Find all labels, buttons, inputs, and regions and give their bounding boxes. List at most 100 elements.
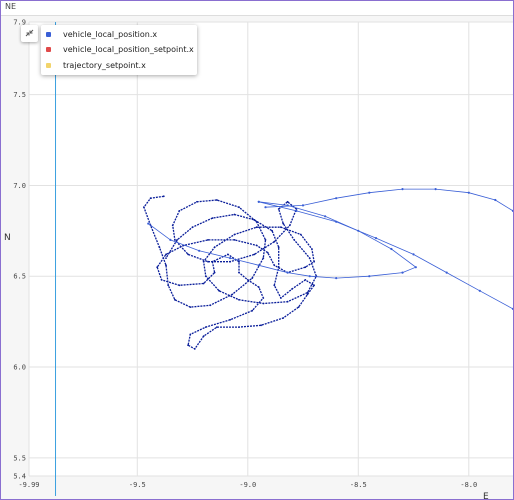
data-point <box>231 293 234 296</box>
data-point <box>401 188 404 191</box>
data-point <box>288 224 291 227</box>
data-point <box>291 288 293 290</box>
data-point <box>233 213 236 216</box>
data-point <box>311 248 313 250</box>
data-point <box>255 244 258 247</box>
data-point <box>160 279 163 281</box>
x-tick-label: -9.99 <box>18 481 39 489</box>
data-point <box>149 197 152 200</box>
data-point <box>282 317 285 319</box>
data-point <box>313 284 315 287</box>
data-point <box>189 333 192 336</box>
data-point <box>255 220 258 223</box>
data-point <box>253 219 256 221</box>
plot-window: NE -9.99 -9.5 -9.0 -8.5 -8.0 7.9 7.5 7.0 6.5 6.0… <box>0 0 514 500</box>
data-point <box>211 217 214 220</box>
data-point <box>257 264 260 267</box>
data-point <box>253 253 256 256</box>
data-point <box>204 326 207 328</box>
data-point <box>390 247 393 251</box>
data-point <box>368 191 371 194</box>
data-point <box>165 253 167 256</box>
data-point <box>238 206 240 209</box>
data-point <box>297 306 300 308</box>
data-point <box>262 297 265 299</box>
y-axis: 7.97.57.06.56.05.55.4 <box>13 19 26 481</box>
data-point <box>229 318 232 321</box>
data-point <box>204 275 207 278</box>
data-point <box>286 300 289 303</box>
data-point <box>277 208 280 210</box>
data-point <box>299 233 302 236</box>
data-point <box>301 204 305 207</box>
data-point <box>286 271 289 274</box>
data-point <box>143 206 145 209</box>
data-point <box>293 239 296 241</box>
data-point <box>174 239 176 241</box>
legend-swatch <box>46 63 51 68</box>
data-point <box>216 326 218 328</box>
y-tick-label: 6.5 <box>13 273 26 281</box>
data-point <box>280 226 282 229</box>
data-point <box>335 197 338 200</box>
data-point <box>178 284 181 287</box>
data-point <box>238 326 240 328</box>
data-point <box>295 209 298 212</box>
data-point <box>187 344 190 347</box>
data-point <box>209 304 212 307</box>
data-point <box>273 264 276 267</box>
data-point <box>277 246 280 249</box>
plot-canvas[interactable]: -9.99 -9.5 -9.0 -8.5 -8.0 7.97.57.06.56.05.5… <box>1 16 513 499</box>
data-point <box>286 204 289 207</box>
window-titlebar: NE <box>1 1 513 16</box>
x-tick-label: -8.0 <box>460 481 477 489</box>
data-point <box>286 200 289 203</box>
data-point <box>147 222 150 225</box>
data-point <box>478 289 481 292</box>
data-point <box>211 260 214 263</box>
data-point <box>280 297 282 299</box>
y-tick-label: 7.0 <box>13 182 26 190</box>
y-tick-label: 6.0 <box>13 364 26 372</box>
data-point <box>233 233 236 236</box>
data-point <box>162 195 165 198</box>
data-point <box>216 199 218 201</box>
plot-area[interactable] <box>29 22 513 476</box>
data-point <box>191 226 194 229</box>
data-point <box>156 266 159 269</box>
data-point <box>218 289 221 292</box>
data-point <box>308 257 311 259</box>
data-point <box>414 266 417 269</box>
data-point <box>196 200 198 203</box>
x-axis-label: E <box>483 492 489 499</box>
data-point <box>467 191 470 194</box>
data-point <box>233 239 236 241</box>
zoom-toggle-button[interactable] <box>21 25 38 42</box>
chart-legend: vehicle_local_position.x vehicle_local_p… <box>41 25 197 75</box>
data-point <box>202 282 205 285</box>
data-point <box>264 239 267 241</box>
data-point <box>238 271 240 274</box>
data-point <box>255 226 258 229</box>
y-axis-label: N <box>4 233 11 243</box>
y-tick-label: 7.5 <box>13 91 26 99</box>
data-point <box>335 277 338 280</box>
data-point <box>273 240 276 243</box>
legend-swatch <box>46 32 51 37</box>
data-point <box>189 306 192 308</box>
data-point <box>229 257 232 260</box>
legend-label: vehicle_local_position.x <box>63 30 158 39</box>
data-point <box>306 291 309 294</box>
data-point <box>335 220 338 223</box>
data-point <box>158 246 161 249</box>
data-point <box>260 324 262 327</box>
data-point <box>178 210 181 212</box>
data-point <box>257 286 260 288</box>
data-point <box>266 251 269 254</box>
data-point <box>304 266 307 269</box>
data-point <box>374 237 378 240</box>
data-point <box>445 271 448 274</box>
data-point <box>251 309 254 312</box>
y-tick-label: 5.5 <box>13 454 26 462</box>
data-point <box>167 284 170 287</box>
